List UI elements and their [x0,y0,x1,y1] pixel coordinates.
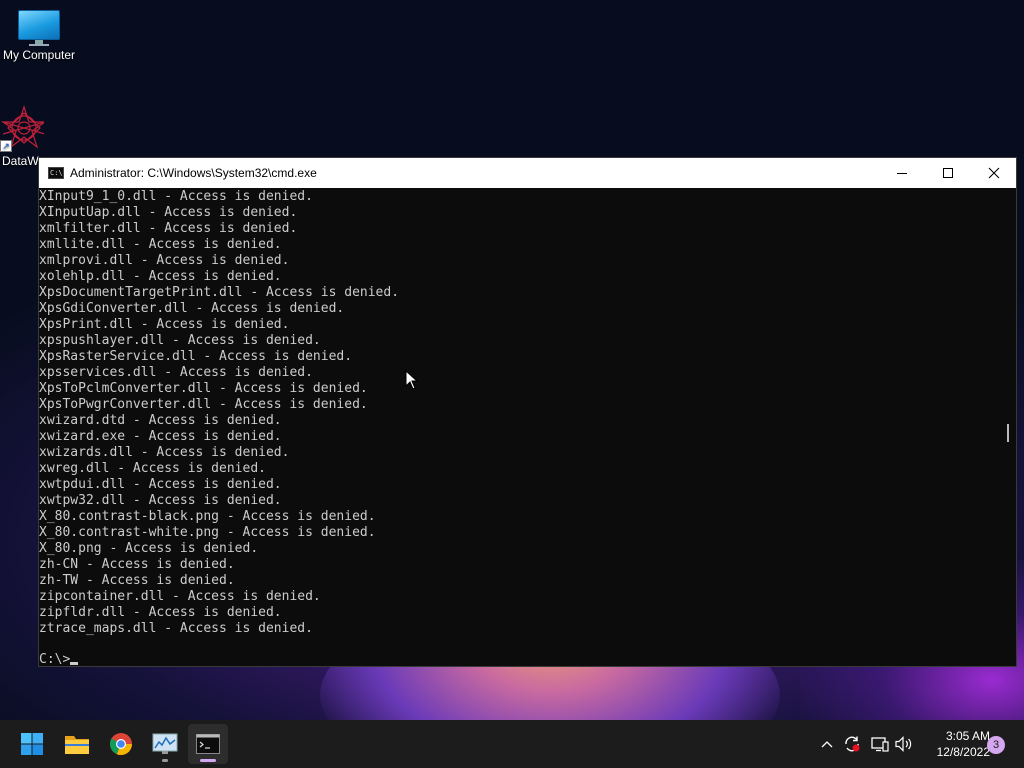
console-line: xwtpdui.dll - Access is denied. [39,477,282,492]
running-indicator [162,759,168,762]
console-line: xwreg.dll - Access is denied. [39,461,266,476]
console-line: X_80.contrast-black.png - Access is deni… [39,509,376,524]
cmd-window[interactable]: C:\ Administrator: C:\Windows\System32\c… [38,157,1017,667]
console-line: xwtpw32.dll - Access is denied. [39,493,282,508]
network-button[interactable] [868,720,892,768]
folder-icon [65,736,89,754]
close-icon [988,167,1000,179]
network-icon [871,737,889,752]
text-caret [70,662,79,665]
sync-error-icon [845,736,860,752]
vertical-scrollbar[interactable] [1001,188,1016,666]
console-line: XpsToPclmConverter.dll - Access is denie… [39,381,368,396]
console-line: xwizards.dll - Access is denied. [39,445,290,460]
console-line: zh-TW - Access is denied. [39,573,235,588]
cmd-app-icon: C:\ [48,167,64,179]
console-line: ztrace_maps.dll - Access is denied. [39,621,313,636]
console-line: zipcontainer.dll - Access is denied. [39,589,321,604]
mouse-pointer-icon [405,370,419,390]
taskbar-resource-monitor[interactable] [145,724,185,764]
console-line: XInput9_1_0.dll - Access is denied. [39,189,313,204]
clock-time: 3:05 AM [945,729,990,743]
desktop-icon-my-computer[interactable]: My Computer [0,10,78,62]
star-shortcut-icon: ↗ [0,104,44,152]
scrollbar-thumb[interactable] [1007,424,1009,442]
console-line: xpsservices.dll - Access is denied. [39,365,313,380]
clock-date: 12/8/2022 [936,745,990,759]
volume-button[interactable] [893,720,915,768]
taskbar-chrome[interactable] [101,724,141,764]
chrome-icon [110,733,133,756]
command-prompt[interactable]: C:\> [39,652,79,666]
windows-start-icon [21,733,43,755]
console-line: X_80.contrast-white.png - Access is deni… [39,525,376,540]
maximize-button[interactable] [925,158,971,188]
volume-icon [895,736,912,752]
console-line: xmlfilter.dll - Access is denied. [39,221,298,236]
console-line: zipfldr.dll - Access is denied. [39,605,282,620]
clock-button[interactable]: 3:05 AM 12/8/2022 [922,728,990,760]
taskbar-cmd[interactable] [188,724,228,764]
taskbar: 3:05 AM 12/8/2022 [0,720,1024,768]
console-line: XInputUap.dll - Access is denied. [39,205,298,220]
chevron-up-icon [821,741,833,748]
monitor-chart-icon [152,733,178,754]
console-line: xmllite.dll - Access is denied. [39,237,282,252]
console-output[interactable]: XInput9_1_0.dll - Access is denied. XInpu… [39,188,1001,666]
console-line: xmlprovi.dll - Access is denied. [39,253,290,268]
console-line: XpsToPwgrConverter.dll - Access is denie… [39,397,368,412]
console-line: zh-CN - Access is denied. [39,557,235,572]
console-line: xolehlp.dll - Access is denied. [39,269,282,284]
console-line: XpsPrint.dll - Access is denied. [39,317,290,332]
shortcut-arrow-icon: ↗ [0,140,12,152]
minimize-button[interactable] [879,158,925,188]
console-line: xwizard.exe - Access is denied. [39,429,282,444]
console-line: XpsRasterService.dll - Access is denied. [39,349,353,364]
terminal-icon [196,734,220,754]
monitor-icon [18,10,60,46]
console-line: xwizard.dtd - Access is denied. [39,413,282,428]
show-hidden-icons-button[interactable] [816,720,838,768]
console-line: XpsDocumentTargetPrint.dll - Access is d… [39,285,400,300]
console-line: X_80.png - Access is denied. [39,541,259,556]
window-titlebar[interactable]: C:\ Administrator: C:\Windows\System32\c… [39,158,1016,188]
taskbar-file-explorer[interactable] [57,724,97,764]
maximize-icon [943,168,953,178]
desktop-icon-label: My Computer [2,48,76,62]
notification-badge[interactable]: 3 [987,736,1005,754]
window-title: Administrator: C:\Windows\System32\cmd.e… [70,166,317,180]
sync-status-button[interactable] [840,720,864,768]
prompt-text: C:\> [39,652,71,666]
active-indicator [200,759,216,762]
close-button[interactable] [971,158,1017,188]
console-line: XpsGdiConverter.dll - Access is denied. [39,301,345,316]
console-line: xpspushlayer.dll - Access is denied. [39,333,321,348]
start-button[interactable] [12,724,52,764]
minimize-icon [897,172,907,174]
